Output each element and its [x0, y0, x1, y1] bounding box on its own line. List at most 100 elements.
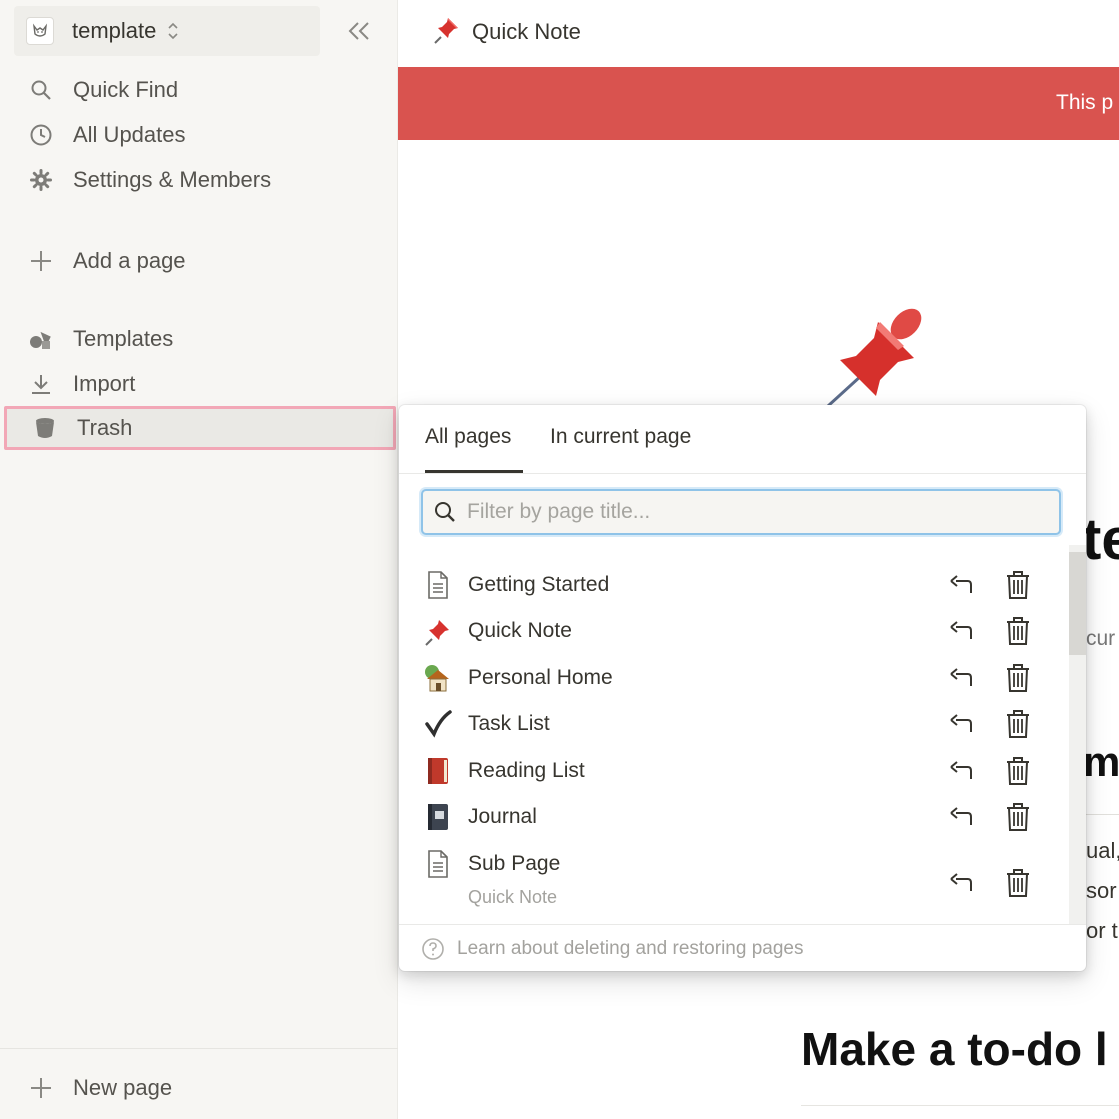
add-page-label: Add a page — [73, 248, 186, 273]
trash-banner: This p — [398, 67, 1119, 140]
page-heading-todo: Make a to-do l — [801, 1023, 1108, 1075]
active-tab-indicator — [425, 470, 523, 473]
chevron-up-down-icon — [166, 20, 180, 42]
page-text-peek: cur — [1086, 627, 1116, 650]
trash-can-icon — [1007, 803, 1029, 831]
tab-in-current-page[interactable]: In current page — [550, 425, 691, 449]
help-link[interactable]: Learn about deleting and restoring pages — [399, 924, 1086, 971]
page-divider — [1086, 814, 1119, 815]
trash-icon — [31, 414, 59, 442]
delete-permanently-button[interactable] — [1002, 615, 1034, 647]
workspace-logo-icon — [26, 17, 54, 45]
clock-icon — [27, 121, 55, 149]
restore-button[interactable] — [945, 571, 977, 601]
red-book-icon — [423, 756, 453, 786]
document-icon — [423, 849, 453, 879]
plus-icon — [27, 1074, 55, 1102]
restore-button[interactable] — [945, 664, 977, 694]
workspace-name: template — [72, 18, 157, 43]
checkmark-icon — [423, 709, 453, 739]
delete-permanently-button[interactable] — [1002, 801, 1034, 833]
sidebar-item-import[interactable]: Import — [0, 362, 398, 406]
sidebar-item-settings-members[interactable]: Settings & Members — [0, 158, 398, 202]
trash-can-icon — [1007, 710, 1029, 738]
sidebar-item-quick-find[interactable]: Quick Find — [0, 68, 398, 112]
new-page-label: New page — [73, 1075, 173, 1100]
page-title-peek: te — [1082, 507, 1119, 572]
trash-can-icon — [1007, 571, 1029, 599]
topbar: Quick Note — [398, 0, 1119, 66]
house-icon — [423, 663, 453, 693]
plus-icon — [27, 247, 55, 275]
delete-permanently-button[interactable] — [1002, 662, 1034, 694]
trash-can-icon — [1007, 757, 1029, 785]
delete-permanently-button[interactable] — [1002, 569, 1034, 601]
list-item-parent: Quick Note — [468, 887, 558, 907]
restore-button[interactable] — [945, 803, 977, 833]
list-item[interactable]: Task List — [399, 701, 1064, 747]
list-item[interactable]: Sub Page Quick Note — [399, 841, 1064, 915]
sidebar-item-label: Settings & Members — [73, 167, 272, 192]
tab-all-pages[interactable]: All pages — [425, 425, 511, 449]
filter-box — [421, 489, 1061, 535]
sidebar-item-label: All Updates — [73, 122, 186, 147]
undo-icon — [950, 714, 972, 732]
list-item[interactable]: Quick Note — [399, 608, 1064, 654]
page-text-peek: or th — [1086, 918, 1119, 943]
add-page-button[interactable]: Add a page — [0, 239, 398, 283]
templates-icon — [27, 325, 55, 353]
search-icon — [27, 76, 55, 104]
trash-can-icon — [1007, 869, 1029, 897]
restore-button[interactable] — [945, 710, 977, 740]
list-item[interactable]: Getting Started — [399, 562, 1064, 608]
import-icon — [27, 370, 55, 398]
page-title-breadcrumb: Quick Note — [472, 18, 581, 44]
page-pushpin-icon[interactable] — [818, 300, 938, 410]
delete-permanently-button[interactable] — [1002, 708, 1034, 740]
page-text-peek: sor — [1086, 878, 1117, 903]
search-icon — [433, 500, 457, 524]
page-heading-peek: m — [1083, 738, 1119, 785]
undo-icon — [950, 621, 972, 639]
delete-permanently-button[interactable] — [1002, 755, 1034, 787]
list-item[interactable]: Reading List — [399, 748, 1064, 794]
sidebar-item-all-updates[interactable]: All Updates — [0, 113, 398, 157]
sidebar: template Quick Find All Updates Settings… — [0, 0, 398, 1119]
collapse-sidebar-button[interactable] — [342, 17, 376, 45]
list-item[interactable]: Personal Home — [399, 655, 1064, 701]
list-item-title: Quick Note — [468, 619, 572, 642]
document-icon — [423, 570, 453, 600]
banner-text: This p — [1056, 91, 1114, 114]
list-item[interactable]: Journal — [399, 794, 1064, 840]
new-page-button[interactable]: New page — [0, 1066, 398, 1110]
page-text-peek: ual, — [1086, 838, 1119, 863]
undo-icon — [950, 807, 972, 825]
undo-icon — [950, 575, 972, 593]
list-item-title: Journal — [468, 805, 537, 828]
list-item-title: Sub Page — [468, 852, 561, 875]
trash-can-icon — [1007, 664, 1029, 692]
restore-button[interactable] — [945, 617, 977, 647]
trash-list: Getting Started Quick Note Personal Home… — [399, 555, 1086, 925]
list-item-title: Task List — [468, 712, 550, 735]
undo-icon — [950, 761, 972, 779]
pushpin-icon — [432, 14, 462, 49]
pushpin-icon — [423, 616, 453, 646]
help-link-text: Learn about deleting and restoring pages — [457, 937, 804, 959]
sidebar-item-label: Quick Find — [73, 77, 179, 102]
trash-tabs: All pages In current page — [399, 405, 1086, 474]
sidebar-item-templates[interactable]: Templates — [0, 317, 398, 361]
page-divider — [801, 1105, 1119, 1106]
workspace-switcher[interactable]: template — [14, 6, 320, 56]
restore-button[interactable] — [945, 757, 977, 787]
undo-icon — [950, 873, 972, 891]
restore-button[interactable] — [945, 869, 977, 899]
list-item-title: Getting Started — [468, 573, 610, 596]
scrollbar-thumb[interactable] — [1069, 552, 1086, 655]
filter-input[interactable] — [465, 499, 1029, 525]
sidebar-item-trash[interactable]: Trash — [4, 406, 396, 450]
question-circle-icon — [421, 937, 445, 961]
breadcrumb[interactable]: Quick Note — [432, 14, 581, 49]
delete-permanently-button[interactable] — [1002, 867, 1034, 899]
trash-can-icon — [1007, 617, 1029, 645]
